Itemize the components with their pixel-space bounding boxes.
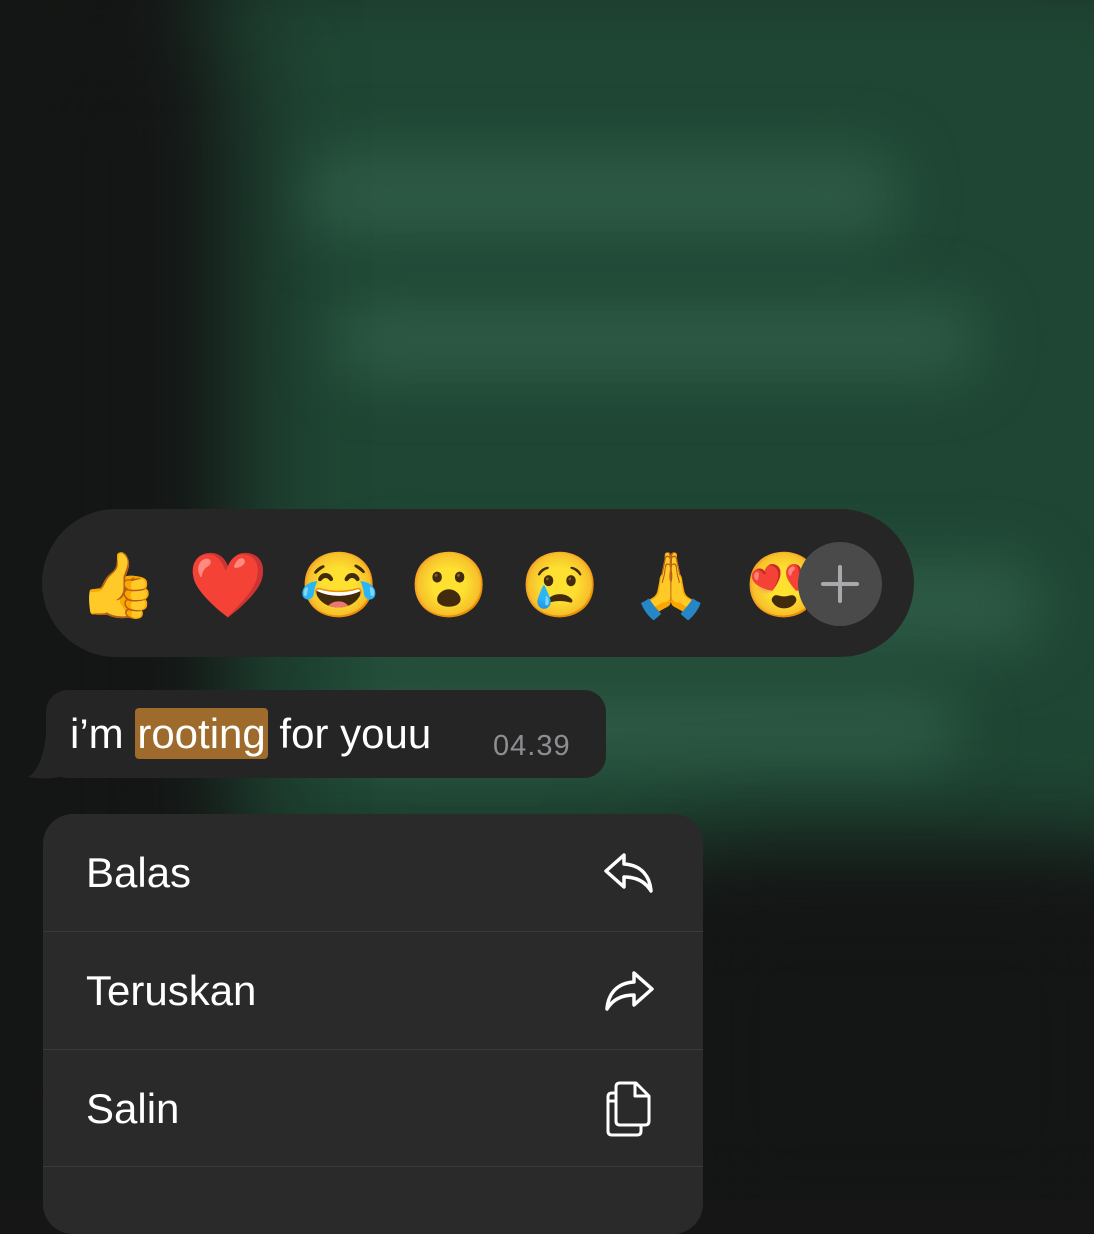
thumbs-up-reaction[interactable]: 👍 — [80, 547, 156, 623]
plus-icon — [821, 565, 859, 603]
message-text: i’m rooting for youu — [70, 708, 432, 759]
menu-item-label: Salin — [86, 1085, 180, 1132]
reaction-bar: 👍 ❤️ 😂 😮 😢 🙏 😍 — [42, 509, 914, 657]
forward-icon — [605, 971, 654, 1011]
more-reactions-button[interactable] — [798, 542, 882, 626]
message-timestamp: 04.39 — [493, 730, 571, 762]
red-heart-reaction[interactable]: ❤️ — [190, 547, 266, 623]
bottom-shadow — [650, 860, 1094, 1200]
message-highlighted-word: rooting — [135, 708, 268, 759]
copy-icon — [606, 1081, 651, 1137]
reply-icon — [604, 853, 653, 893]
message-text-after: for youu — [267, 710, 432, 757]
blurred-message-1 — [300, 150, 900, 240]
menu-item-label: Balas — [86, 849, 192, 896]
message-bubble[interactable]: i’m rooting for youu 04.39 — [46, 690, 606, 778]
menu-item-more[interactable] — [43, 1166, 703, 1234]
heart-eyes-reaction[interactable]: 😍 — [744, 547, 806, 623]
message-context-menu: Balas Teruskan Salin — [43, 814, 703, 1234]
crying-face-reaction[interactable]: 😢 — [522, 547, 598, 623]
menu-item-copy[interactable]: Salin — [43, 1049, 703, 1167]
face-with-open-mouth-reaction[interactable]: 😮 — [411, 547, 487, 623]
folded-hands-reaction[interactable]: 🙏 — [633, 547, 709, 623]
blurred-message-2 — [330, 300, 980, 380]
menu-item-forward[interactable]: Teruskan — [43, 931, 703, 1049]
face-with-tears-of-joy-reaction[interactable]: 😂 — [301, 547, 377, 623]
menu-item-reply[interactable]: Balas — [43, 814, 703, 931]
message-text-before: i’m — [70, 710, 136, 757]
menu-item-label: Teruskan — [86, 967, 257, 1014]
